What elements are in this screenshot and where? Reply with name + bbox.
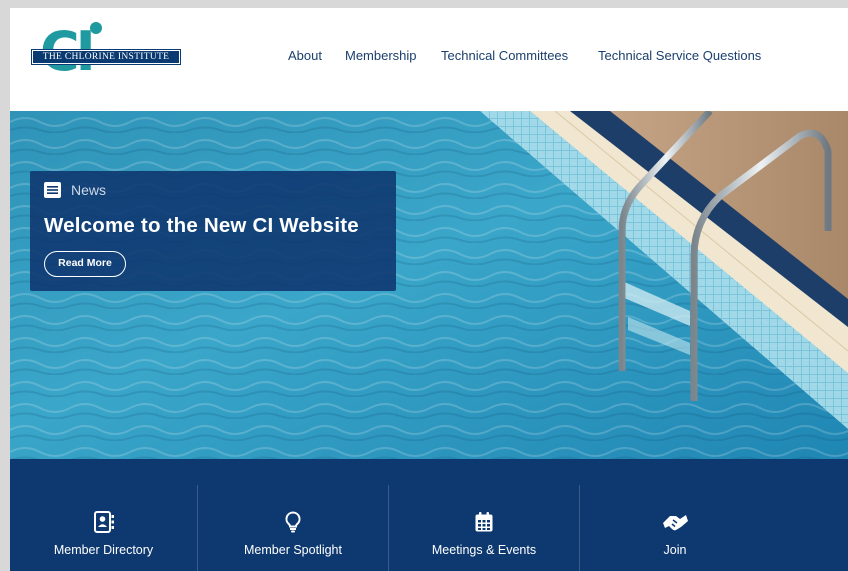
quicklink-label: Meetings & Events — [431, 543, 537, 557]
news-icon — [44, 182, 61, 198]
hero-banner: News Welcome to the New CI Website Read … — [10, 111, 848, 459]
calendar-icon — [475, 512, 493, 532]
logo-wordmark: THE CHLORINE INSTITUTE — [31, 49, 181, 65]
news-label-row: News — [44, 181, 106, 199]
quicklink-join[interactable]: Join — [580, 485, 770, 571]
logo-dot — [90, 22, 102, 34]
quicklink-member-spotlight[interactable]: Member Spotlight — [198, 485, 388, 571]
news-label: News — [71, 182, 107, 198]
address-book-icon — [93, 511, 114, 533]
handshake-icon — [663, 515, 688, 531]
browser-viewport: CI THE CHLORINE INSTITUTE About Membersh… — [10, 8, 848, 571]
read-more-button[interactable]: Read More — [44, 251, 126, 277]
lightbulb-icon — [285, 511, 301, 533]
news-headline[interactable]: Welcome to the New CI Website — [44, 214, 359, 238]
quicklink-member-directory[interactable]: Member Directory — [10, 485, 197, 571]
nav-technical-committees[interactable]: Technical Committees — [441, 48, 568, 63]
site-header: CI THE CHLORINE INSTITUTE About Membersh… — [10, 8, 848, 111]
nav-membership[interactable]: Membership — [345, 48, 417, 63]
news-card: News Welcome to the New CI Website Read … — [30, 171, 396, 291]
nav-technical-service-questions[interactable]: Technical Service Questions — [598, 48, 761, 63]
quick-links-bar: Member Directory Member Spotlight Meetin… — [10, 459, 848, 571]
quicklink-label: Join — [663, 543, 687, 557]
quicklink-label: Member Spotlight — [244, 543, 342, 557]
quicklink-label: Member Directory — [53, 543, 154, 557]
nav-about[interactable]: About — [288, 48, 322, 63]
site-logo[interactable]: CI THE CHLORINE INSTITUTE — [31, 20, 182, 86]
quicklink-meetings-events[interactable]: Meetings & Events — [389, 485, 579, 571]
